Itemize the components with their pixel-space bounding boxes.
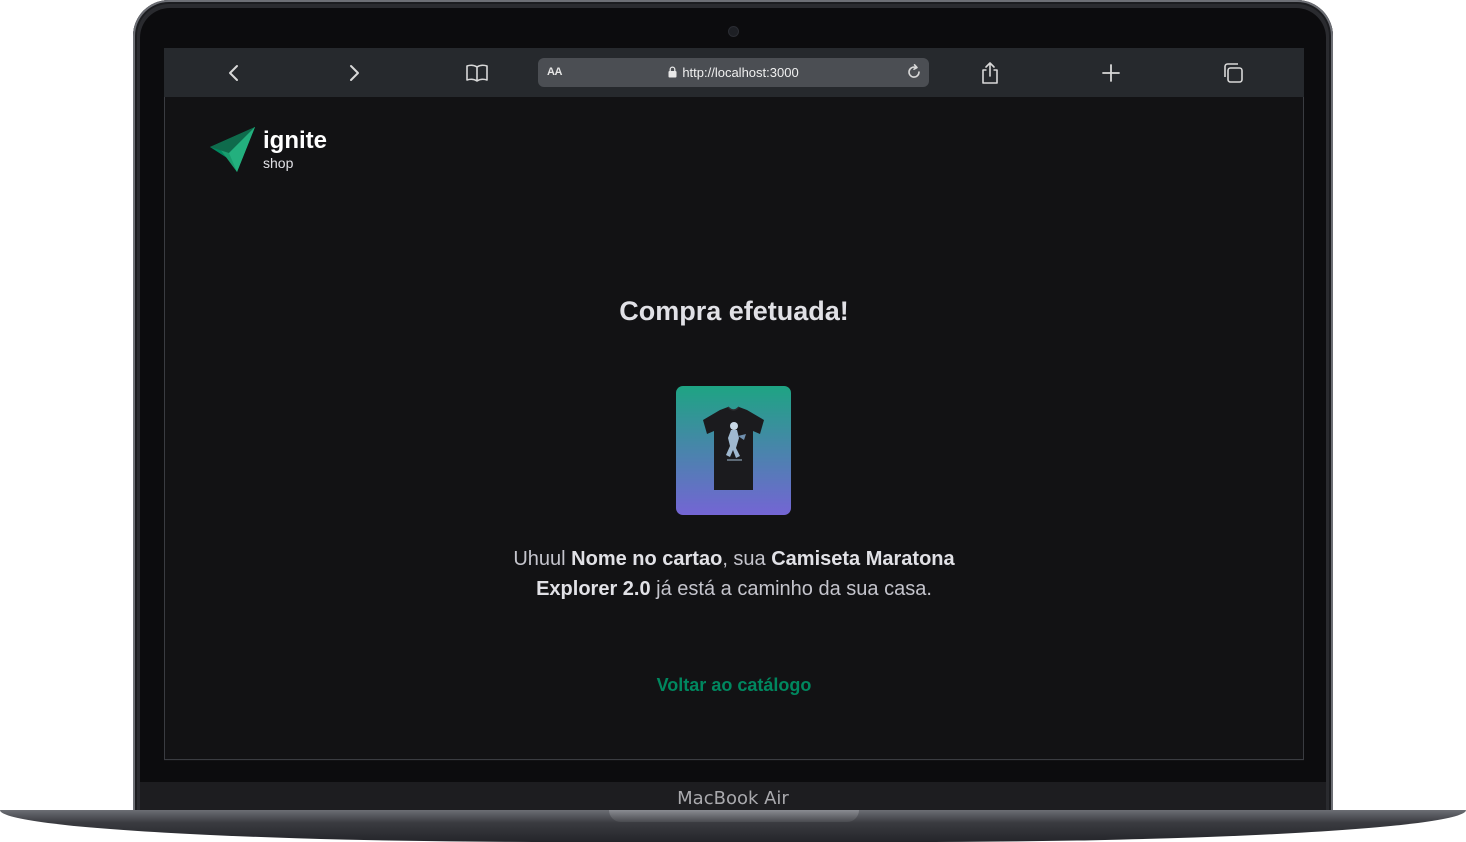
- laptop-chin: MacBook Air: [140, 782, 1326, 812]
- url-text: http://localhost:3000: [682, 65, 799, 80]
- camera-icon: [729, 27, 738, 36]
- logo-mark-icon: [210, 127, 255, 172]
- success-message: Uhuul Nome no cartao, sua Camiseta Marat…: [494, 544, 974, 604]
- tshirt-image: [703, 406, 764, 490]
- new-tab-icon[interactable]: [1098, 60, 1124, 86]
- address-bar[interactable]: AA http://localhost:3000: [538, 58, 929, 87]
- back-to-catalog-link[interactable]: Voltar ao catálogo: [634, 675, 834, 696]
- forward-icon[interactable]: [341, 60, 367, 86]
- browser-window: AA http://localhost:3000 ignite shop Com…: [164, 48, 1304, 761]
- message-mid: , sua: [722, 548, 772, 570]
- browser-toolbar: AA http://localhost:3000: [164, 48, 1304, 97]
- page-title: Compra efetuada!: [619, 296, 849, 326]
- lock-icon: [668, 66, 677, 81]
- brand-subtitle: shop: [263, 155, 294, 171]
- share-icon[interactable]: [977, 60, 1003, 86]
- brand-title: ignite: [263, 127, 327, 154]
- device-label: MacBook Air: [677, 788, 789, 809]
- book-icon[interactable]: [464, 60, 490, 86]
- laptop-notch: [609, 810, 859, 822]
- reload-icon[interactable]: [905, 63, 923, 86]
- message-prefix: Uhuul: [513, 548, 572, 570]
- back-icon[interactable]: [221, 60, 247, 86]
- customer-name: Nome no cartao: [571, 548, 723, 570]
- message-suffix: já está a caminho da sua casa.: [650, 578, 932, 600]
- product-image: [676, 386, 791, 515]
- tabs-icon[interactable]: [1220, 60, 1246, 86]
